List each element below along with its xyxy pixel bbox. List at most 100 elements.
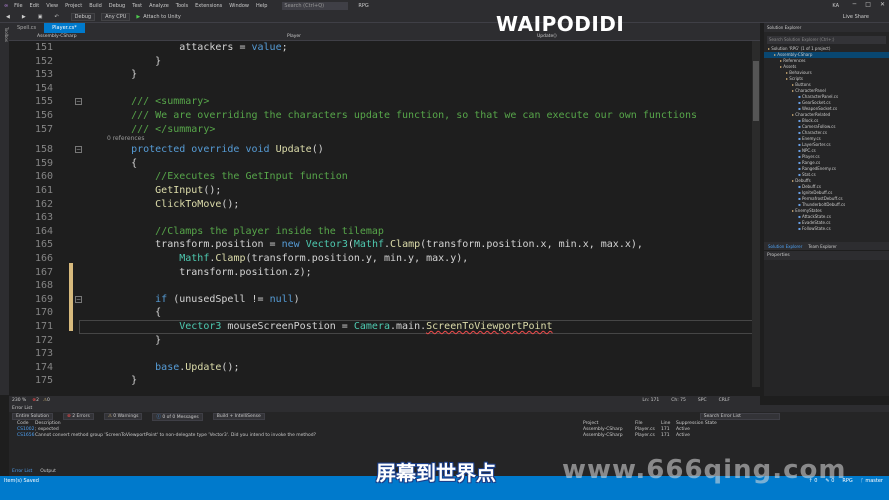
- solution-tree-label: Solution 'RPG' (1 of 1 project): [771, 46, 831, 51]
- code-line[interactable]: 161 GetInput();: [9, 184, 760, 198]
- code-text: GetInput();: [107, 185, 222, 196]
- code-line[interactable]: 154: [9, 82, 760, 96]
- search-input[interactable]: Search (Ctrl+Q): [282, 1, 349, 10]
- zoom-level[interactable]: 230 %: [12, 398, 26, 403]
- code-line[interactable]: 163: [9, 211, 760, 225]
- menu-item-build[interactable]: Build: [89, 3, 102, 9]
- tab-team-explorer[interactable]: Team Explorer: [808, 244, 837, 249]
- code-line[interactable]: 168: [9, 279, 760, 293]
- code-line[interactable]: 166 Mathf.Clamp(transform.position.y, mi…: [9, 252, 760, 266]
- forward-icon[interactable]: ▶: [22, 14, 26, 20]
- code-line[interactable]: 164 //Clamps the player inside the tilem…: [9, 225, 760, 239]
- code-line[interactable]: 165 transform.position = new Vector3(Mat…: [9, 238, 760, 252]
- warning-count: 0: [47, 398, 50, 403]
- menu-item-edit[interactable]: Edit: [30, 3, 40, 9]
- line-number: 174: [34, 361, 53, 373]
- menu-item-analyze[interactable]: Analyze: [149, 3, 169, 9]
- code-line[interactable]: 172 }: [9, 334, 760, 348]
- tab-output[interactable]: Output: [40, 469, 56, 474]
- code-line[interactable]: 162 ClickToMove();: [9, 198, 760, 212]
- solution-search-input[interactable]: Search Solution Explorer (Ctrl+;): [767, 36, 886, 44]
- code-line[interactable]: 170 {: [9, 306, 760, 320]
- menu-item-test[interactable]: Test: [132, 3, 142, 9]
- references-codelens[interactable]: 0 references: [107, 135, 145, 142]
- messages-filter-button[interactable]: ⓘ 0 of 0 Messages: [152, 412, 203, 421]
- line-number: 173: [34, 348, 53, 360]
- menu-item-window[interactable]: Window: [229, 3, 249, 9]
- undo-icon[interactable]: ↶: [54, 14, 58, 20]
- code-text: Mathf.Clamp(transform.position.y, min.y,…: [179, 253, 469, 264]
- code-line[interactable]: 174 base.Update();: [9, 361, 760, 375]
- class-dropdown[interactable]: Player: [259, 34, 509, 39]
- collapse-icon[interactable]: −: [75, 146, 82, 154]
- code-line[interactable]: 158 − protected override void Update(): [9, 143, 760, 157]
- tab-solution-explorer[interactable]: Solution Explorer: [768, 244, 802, 249]
- visual-studio-logo-icon: ∞: [4, 2, 9, 9]
- solution-tree-item[interactable]: ▪ FollowState.cs: [764, 226, 889, 232]
- play-icon[interactable]: ▶: [136, 14, 140, 20]
- collapse-icon[interactable]: −: [75, 295, 82, 303]
- code-editor[interactable]: 151 attackers = value; 152 } 153 } 154 155− …: [9, 41, 760, 387]
- tab-spell[interactable]: Spell.cs: [9, 23, 44, 33]
- build-filter-select[interactable]: Build + IntelliSense: [212, 413, 265, 420]
- menu-item-view[interactable]: View: [46, 3, 58, 9]
- code-line[interactable]: 173: [9, 347, 760, 361]
- status-item[interactable]: ᚴ master: [861, 478, 883, 484]
- code-line[interactable]: 157 /// </summary>: [9, 123, 760, 137]
- error-row[interactable]: CS1656 Cannot convert method group 'Scre…: [9, 433, 889, 439]
- editor-scrollbar[interactable]: [752, 41, 760, 387]
- code-line[interactable]: 159 {: [9, 157, 760, 171]
- editor-status-bar: 230 % ⊗ 2 ⚠ 0 Ln: 171 Ch: 75 SPC CRLF: [9, 396, 760, 405]
- platform-select[interactable]: Any CPU: [101, 12, 131, 21]
- solution-tree-label: WeaponSocket.cs: [801, 106, 838, 111]
- attach-button[interactable]: Attach to Unity: [143, 14, 181, 20]
- menu-item-debug[interactable]: Debug: [109, 3, 125, 9]
- collapse-icon[interactable]: −: [75, 98, 82, 106]
- menu-item-extensions[interactable]: Extensions: [195, 3, 222, 9]
- line-number: 152: [34, 55, 53, 67]
- code-line[interactable]: 156 /// We are overriding the characters…: [9, 109, 760, 123]
- tab-error-list[interactable]: Error List: [12, 469, 32, 474]
- error-code[interactable]: CS1656: [17, 433, 35, 439]
- scope-select[interactable]: Entire Solution: [12, 413, 53, 420]
- code-line[interactable]: 155 − /// <summary>: [9, 95, 760, 109]
- error-search-input[interactable]: Search Error List: [699, 413, 780, 420]
- config-select[interactable]: Debug: [70, 12, 96, 21]
- live-share-button[interactable]: Live Share: [843, 14, 869, 20]
- solution-tree-label: IgniteDebuff.cs: [801, 190, 833, 195]
- code-line[interactable]: 169 − if (unusedSpell != null): [9, 293, 760, 307]
- menu-items: File Edit View Project Build Debug Test Analyze…: [14, 3, 274, 9]
- save-icon[interactable]: ▣: [38, 14, 43, 20]
- code-line[interactable]: 151 attackers = value;: [9, 41, 760, 55]
- close-icon[interactable]: ✕: [880, 1, 885, 8]
- menu-item-help[interactable]: Help: [256, 3, 267, 9]
- code-line[interactable]: 171 Vector3 mouseScreenPostion = Camera.…: [9, 320, 760, 334]
- channel-watermark: WAIPODIDI: [496, 12, 625, 36]
- explorer-tabs: Solution Explorer Team Explorer: [764, 242, 889, 250]
- toolbox-strip[interactable]: Toolbox: [0, 23, 9, 395]
- warnings-filter-button[interactable]: ⚠ 0 Warnings: [103, 413, 143, 420]
- project-dropdown[interactable]: Assembly-CSharp: [9, 34, 259, 39]
- line-number: 153: [34, 69, 53, 81]
- back-icon[interactable]: ◀: [6, 14, 10, 20]
- code-text: {: [107, 307, 162, 319]
- code-line[interactable]: 175 }: [9, 374, 760, 387]
- code-text: }: [107, 375, 138, 387]
- code-line[interactable]: 160 //Executes the GetInput function: [9, 170, 760, 184]
- solution-tree-label: Debuff.cs: [801, 184, 821, 189]
- tab-player[interactable]: Player.cs*: [44, 23, 85, 33]
- menu-item-file[interactable]: File: [14, 3, 22, 9]
- user-avatar[interactable]: KA: [832, 3, 839, 9]
- menu-item-project[interactable]: Project: [65, 3, 82, 9]
- maximize-icon[interactable]: □: [865, 1, 871, 8]
- code-line[interactable]: 153 }: [9, 68, 760, 82]
- code-line[interactable]: 152 }: [9, 55, 760, 69]
- scrollbar-thumb[interactable]: [753, 61, 759, 121]
- errors-filter-button[interactable]: ⊗ 2 Errors: [63, 413, 94, 420]
- solution-tree-label: Debuffs: [795, 178, 811, 183]
- code-line[interactable]: 167 transform.position.z);: [9, 266, 760, 280]
- minimize-icon[interactable]: ─: [853, 1, 857, 8]
- menu-item-tools[interactable]: Tools: [176, 3, 188, 9]
- solution-tree-label: Assets: [783, 64, 797, 69]
- solution-explorer: Solution Explorer Search Solution Explor…: [764, 23, 889, 248]
